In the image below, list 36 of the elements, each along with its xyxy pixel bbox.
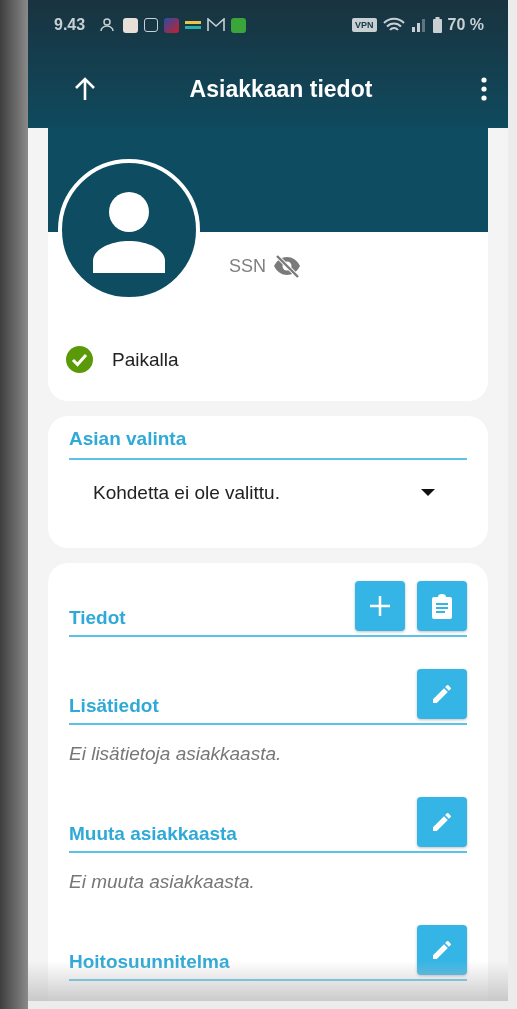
pencil-icon xyxy=(430,938,454,962)
status-time: 9.43 xyxy=(54,16,86,34)
field-label: Asian valinta xyxy=(69,427,467,460)
pencil-icon xyxy=(430,682,454,706)
notification-icon xyxy=(123,17,139,33)
pencil-icon xyxy=(430,810,454,834)
clipboard-icon xyxy=(431,593,453,619)
empty-note: Ei muuta asiakkaasta. xyxy=(69,871,256,893)
calendar-icon xyxy=(144,18,159,32)
notification-icon xyxy=(185,20,202,30)
section-title: Muuta asiakkaasta xyxy=(69,823,238,846)
notes-button[interactable] xyxy=(417,581,467,631)
presence-status: Paikalla xyxy=(112,348,179,371)
eye-off-icon[interactable] xyxy=(272,254,302,278)
mail-icon xyxy=(207,18,226,32)
back-button[interactable] xyxy=(74,77,96,101)
add-button[interactable] xyxy=(355,581,405,631)
vpn-badge: VPN xyxy=(352,18,377,32)
section-title: Hoitosuunnitelma xyxy=(69,951,231,974)
screen-title: Asiakkaan tiedot xyxy=(188,75,374,103)
edit-button[interactable] xyxy=(417,925,467,975)
more-menu-button[interactable] xyxy=(480,77,488,101)
case-dropdown[interactable]: Kohdetta ei ole valittu. xyxy=(69,481,467,504)
plus-icon xyxy=(369,595,391,617)
signal-icon xyxy=(410,18,427,32)
battery-icon xyxy=(432,17,442,33)
battery-percentage: 70 % xyxy=(447,16,484,34)
notification-icon xyxy=(231,17,247,33)
empty-note: Ei lisätietoja asiakkaasta. xyxy=(69,743,283,765)
section-title: Tiedot xyxy=(69,607,127,630)
edit-button[interactable] xyxy=(417,669,467,719)
section-title: Lisätiedot xyxy=(69,695,160,718)
edit-button[interactable] xyxy=(417,797,467,847)
notification-icon xyxy=(164,17,180,33)
caret-icon xyxy=(421,488,435,497)
ssn-label: SSN xyxy=(229,255,266,277)
